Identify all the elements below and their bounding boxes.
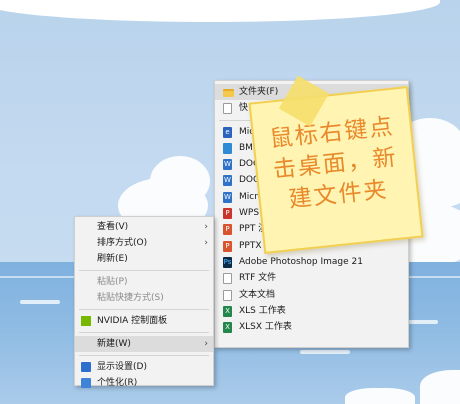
menu-item-refresh[interactable]: 刷新(E)	[75, 251, 213, 267]
pptx-icon: P	[223, 240, 232, 252]
new-photoshop-label: Adobe Photoshop Image 21	[239, 256, 363, 267]
menu-item-sort[interactable]: 排序方式(O) ›	[75, 235, 213, 251]
menu-item-refresh-label: 刷新(E)	[97, 254, 128, 264]
menu-item-paste-shortcut[interactable]: 粘贴快捷方式(S)	[75, 290, 213, 306]
ppt-icon: P	[223, 224, 232, 236]
menu-item-nvidia-control-panel[interactable]: NVIDIA 控制面板	[75, 313, 213, 329]
cloud	[150, 156, 210, 206]
chevron-right-icon: ›	[204, 339, 208, 349]
sticky-note: 鼠标右键点 击桌面，新 建文件夹	[248, 86, 424, 254]
new-photoshop-item[interactable]: Ps Adobe Photoshop Image 21	[215, 254, 408, 270]
ice-floe	[345, 388, 415, 404]
desktop-context-menu: 查看(V) › 排序方式(O) › 刷新(E) 粘贴(P) 粘贴快捷方式(S) …	[74, 216, 214, 388]
wps-icon: P	[223, 208, 232, 220]
chevron-right-icon: ›	[204, 222, 208, 232]
word-icon: e	[223, 126, 232, 138]
ice-floe	[420, 370, 460, 404]
new-xlsx-label: XLSX 工作表	[239, 322, 292, 333]
menu-separator	[79, 355, 209, 356]
folder-icon	[223, 89, 234, 97]
photoshop-icon: Ps	[223, 256, 232, 268]
new-xls-item[interactable]: X XLS 工作表	[215, 303, 408, 319]
menu-separator	[79, 270, 209, 271]
nvidia-icon	[81, 316, 91, 326]
personalize-icon	[81, 378, 91, 388]
menu-item-paste-shortcut-label: 粘贴快捷方式(S)	[97, 293, 164, 303]
chevron-right-icon: ›	[204, 238, 208, 248]
new-xlsx-item[interactable]: X XLSX 工作表	[215, 319, 408, 335]
xls-icon: X	[223, 305, 232, 317]
new-rtf-label: RTF 文件	[239, 273, 277, 284]
menu-item-nvidia-label: NVIDIA 控制面板	[97, 316, 168, 326]
xlsx-icon: X	[223, 322, 232, 334]
menu-item-view[interactable]: 查看(V) ›	[75, 219, 213, 235]
rtf-icon	[223, 273, 232, 285]
shortcut-icon	[223, 103, 232, 115]
text-document-icon	[223, 289, 232, 301]
menu-item-sort-label: 排序方式(O)	[97, 238, 148, 248]
new-xls-label: XLS 工作表	[239, 305, 286, 316]
new-text-document-label: 文本文档	[239, 289, 276, 300]
new-rtf-item[interactable]: RTF 文件	[215, 270, 408, 286]
menu-item-new[interactable]: 新建(W) ›	[75, 336, 213, 352]
menu-item-display-settings[interactable]: 显示设置(D)	[75, 359, 213, 375]
new-shortcut-label: 快	[239, 103, 249, 114]
wave	[300, 350, 350, 354]
new-pptx-label: PPTX	[239, 240, 262, 251]
menu-separator	[79, 309, 209, 310]
menu-item-display-label: 显示设置(D)	[97, 362, 147, 372]
docx-icon: W	[223, 175, 232, 187]
menu-separator	[79, 332, 209, 333]
doc-icon: W	[223, 159, 232, 171]
word-doc-icon: W	[223, 191, 232, 203]
menu-item-personalize[interactable]: 个性化(R)	[75, 375, 213, 391]
new-folder-label: 文件夹(F)	[239, 87, 279, 97]
sticky-note-text: 鼠标右键点 击桌面，新 建文件夹	[253, 110, 418, 219]
menu-item-new-label: 新建(W)	[97, 339, 131, 349]
wave	[20, 300, 60, 304]
menu-item-paste-label: 粘贴(P)	[97, 277, 128, 287]
display-icon	[81, 362, 91, 372]
menu-item-view-label: 查看(V)	[97, 222, 129, 232]
menu-item-paste[interactable]: 粘贴(P)	[75, 274, 213, 290]
bmp-icon	[223, 142, 232, 154]
menu-item-personalize-label: 个性化(R)	[97, 378, 138, 388]
cloud	[0, 0, 440, 22]
new-text-document-item[interactable]: 文本文档	[215, 287, 408, 303]
